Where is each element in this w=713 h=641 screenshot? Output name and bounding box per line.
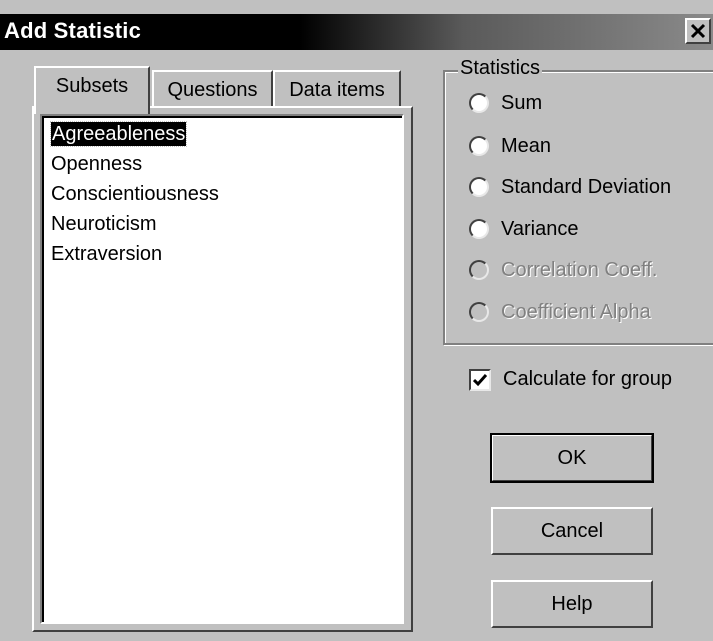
radio-sum-label: Sum (501, 91, 543, 114)
radio-circle-icon[interactable] (469, 93, 489, 113)
tab-subsets-label: Subsets (55, 75, 129, 97)
list-item-openness[interactable]: Openness (51, 152, 142, 176)
radio-mean[interactable]: Mean (469, 133, 551, 159)
radio-coefficient-alpha: Coefficient Alpha (469, 299, 651, 325)
tab-data-items[interactable]: Data items (273, 70, 401, 110)
list-item-neuroticism[interactable]: Neuroticism (51, 212, 157, 236)
statistics-legend: Statistics (458, 57, 543, 80)
list-item-conscientiousness[interactable]: Conscientiousness (51, 182, 219, 206)
radio-standard-deviation-label: Standard Deviation (501, 175, 672, 198)
list-item-agreeableness[interactable]: Agreeableness (49, 121, 188, 147)
subsets-listbox[interactable]: Agreeableness Openness Conscientiousness… (40, 114, 404, 624)
close-button[interactable] (685, 18, 711, 44)
calculate-for-group-checkbox[interactable] (469, 368, 491, 391)
tab-data-items-label: Data items (289, 79, 385, 101)
radio-correlation-coeff: Correlation Coeff. (469, 257, 657, 283)
list-item-extraversion[interactable]: Extraversion (51, 242, 162, 266)
help-button[interactable]: Help (491, 580, 653, 628)
radio-circle-icon (469, 260, 489, 280)
calculate-for-group-checkbox-row[interactable]: Calculate for group (469, 368, 672, 391)
add-statistic-dialog: Add Statistic Questions Data items Subse… (0, 0, 713, 641)
radio-variance-label: Variance (501, 217, 579, 240)
tab-questions-label: Questions (167, 79, 258, 101)
close-icon (690, 23, 706, 39)
radio-sum[interactable]: Sum (469, 90, 542, 116)
radio-variance[interactable]: Variance (469, 216, 578, 242)
radio-circle-icon[interactable] (469, 136, 489, 156)
ok-button[interactable]: OK (490, 433, 654, 483)
title-bar[interactable]: Add Statistic (0, 14, 713, 50)
radio-correlation-coeff-label: Correlation Coeff. (501, 258, 658, 281)
calculate-for-group-label: Calculate for group (503, 368, 672, 390)
tab-subsets[interactable]: Subsets (34, 66, 150, 114)
radio-coefficient-alpha-label: Coefficient Alpha (501, 300, 651, 323)
window-title: Add Statistic (4, 18, 142, 43)
checkmark-icon (473, 373, 487, 386)
radio-standard-deviation[interactable]: Standard Deviation (469, 174, 671, 200)
tab-questions[interactable]: Questions (152, 70, 273, 110)
radio-circle-icon[interactable] (469, 219, 489, 239)
radio-circle-icon (469, 302, 489, 322)
cancel-button[interactable]: Cancel (491, 507, 653, 555)
radio-circle-icon[interactable] (469, 177, 489, 197)
radio-mean-label: Mean (501, 134, 552, 157)
